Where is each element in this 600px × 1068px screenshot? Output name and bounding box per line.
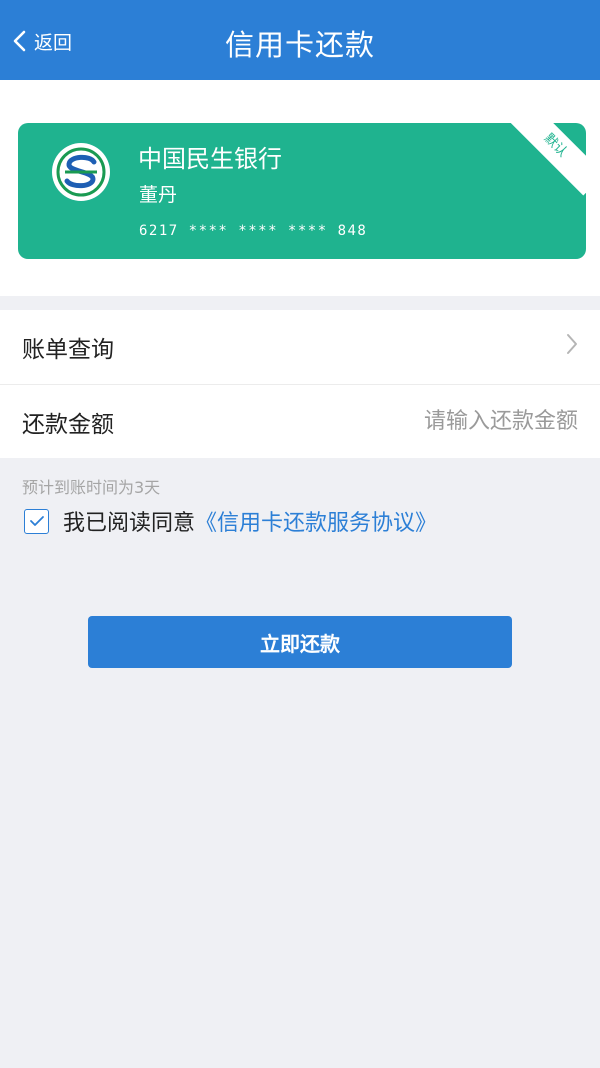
amount-row: 还款金额 [0,384,600,458]
bank-logo-icon [52,143,110,201]
card-section: 中国民生银行 董丹 6217 **** **** **** 848 默认 [0,80,600,296]
repayment-form: 账单查询 还款金额 [0,310,600,458]
bank-name: 中国民生银行 [138,145,282,173]
navbar: 返回 信用卡还款 [0,0,600,80]
card-holder: 董丹 [139,184,178,206]
arrival-hint: 预计到账时间为3天 [22,478,161,497]
agreement-link[interactable]: 《信用卡还款服务协议》 [195,505,437,537]
credit-card[interactable]: 中国民生银行 董丹 6217 **** **** **** 848 默认 [18,123,586,259]
agreement-text: 我已阅读同意 [63,511,196,536]
default-badge: 默认 [505,123,586,196]
bill-query-label: 账单查询 [22,337,114,363]
bill-query-row[interactable]: 账单查询 [0,310,600,384]
amount-label: 还款金额 [22,411,114,438]
page-title: 信用卡还款 [224,28,375,62]
card-number: 6217 **** **** **** 848 [139,223,368,239]
agreement-row: 我已阅读同意 《信用卡还款服务协议》 [24,505,437,537]
chevron-right-icon [566,333,578,361]
amount-input[interactable] [318,409,578,434]
checkmark-icon [29,516,44,526]
agreement-checkbox[interactable] [24,508,49,534]
repay-now-button[interactable]: 立即还款 [88,616,512,668]
